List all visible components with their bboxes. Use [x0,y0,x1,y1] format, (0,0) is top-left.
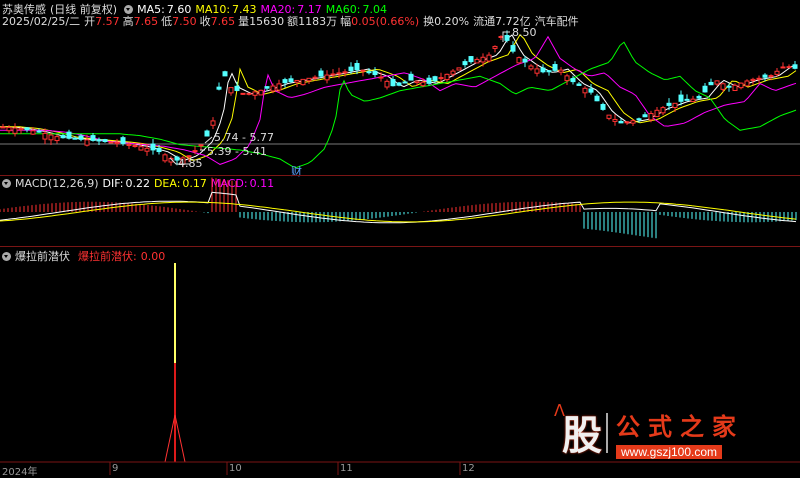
site-watermark: 股 ᐱ 公式之家 www.gszj100.com [554,401,792,469]
watermark-title: 公式之家 [616,412,744,441]
x-label-oct: 10 [229,463,242,474]
x-label-nov: 11 [340,463,353,474]
indicator-chart[interactable] [0,0,800,475]
watermark-glyph: 股 [562,412,602,459]
watermark-horn-icon: ᐱ [554,401,565,420]
x-label-sep: 9 [112,463,119,474]
watermark-url: www.gszj100.com [616,445,723,459]
x-label-year: 2024年 [2,467,38,478]
watermark-divider [606,413,608,453]
x-label-dec: 12 [462,463,475,474]
